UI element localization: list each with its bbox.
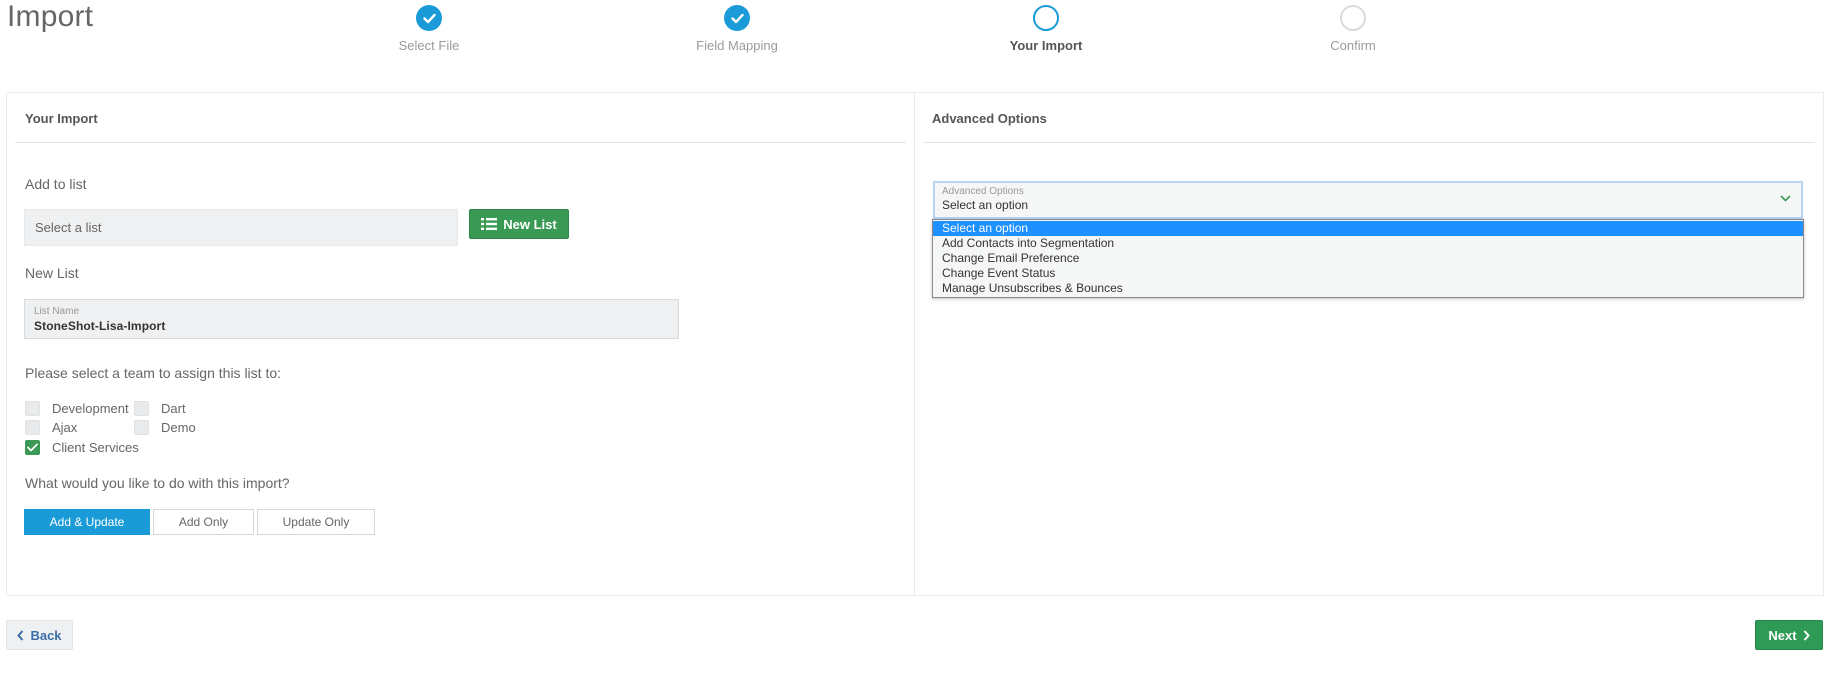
chevron-left-icon xyxy=(17,629,24,641)
advanced-options-floating-label: Advanced Options xyxy=(942,186,1024,197)
checkbox-box xyxy=(25,420,40,435)
import-mode-prompt: What would you like to do with this impo… xyxy=(25,475,290,491)
step-label: Field Mapping xyxy=(696,38,778,53)
advanced-options-panel: Advanced Options xyxy=(914,92,1824,596)
checkmark-icon xyxy=(25,440,40,455)
list-select[interactable]: Select a list xyxy=(24,209,458,246)
step-current-circle-icon xyxy=(1033,5,1059,31)
team-label: Ajax xyxy=(52,420,78,435)
step-confirm: Confirm xyxy=(1273,5,1433,53)
step-label: Select File xyxy=(398,38,460,53)
step-pending-circle-icon xyxy=(1340,5,1366,31)
dropdown-option[interactable]: Change Email Preference xyxy=(933,251,1803,266)
new-list-button[interactable]: New List xyxy=(469,209,569,239)
checkbox-box xyxy=(25,401,40,416)
step-label: Your Import xyxy=(1009,38,1083,53)
import-mode-update-only[interactable]: Update Only xyxy=(257,509,375,535)
team-checkbox-dart[interactable]: Dart xyxy=(134,401,186,416)
advanced-options-value: Select an option xyxy=(942,198,1029,212)
step-field-mapping[interactable]: Field Mapping xyxy=(657,5,817,53)
back-button-label: Back xyxy=(30,627,62,643)
advanced-options-dropdown-list: Select an option Add Contacts into Segme… xyxy=(932,219,1804,298)
import-mode-add-only[interactable]: Add Only xyxy=(153,509,254,535)
chevron-right-icon xyxy=(1803,629,1810,641)
dropdown-option[interactable]: Select an option xyxy=(933,221,1803,236)
step-done-check-icon xyxy=(724,5,750,31)
dropdown-option[interactable]: Add Contacts into Segmentation xyxy=(933,236,1803,251)
team-label: Dart xyxy=(161,401,186,416)
panel-divider xyxy=(15,142,906,143)
team-checkbox-client-services[interactable]: Client Services xyxy=(25,440,139,455)
team-prompt: Please select a team to assign this list… xyxy=(25,365,282,381)
team-checkbox-demo[interactable]: Demo xyxy=(134,420,196,435)
checkbox-box xyxy=(134,420,149,435)
step-done-check-icon xyxy=(416,5,442,31)
panel-heading: Advanced Options xyxy=(932,111,1047,126)
back-button[interactable]: Back xyxy=(6,620,73,650)
import-mode-add-update[interactable]: Add & Update xyxy=(24,509,150,535)
dropdown-option[interactable]: Change Event Status xyxy=(933,266,1803,281)
panel-divider xyxy=(923,142,1815,143)
dropdown-option[interactable]: Manage Unsubscribes & Bounces xyxy=(933,281,1803,296)
team-label: Development xyxy=(52,401,129,416)
team-checkbox-development[interactable]: Development xyxy=(25,401,129,416)
next-button-label: Next xyxy=(1768,627,1797,643)
add-to-list-label: Add to list xyxy=(25,176,87,192)
new-list-label: New List xyxy=(25,265,79,281)
team-label: Demo xyxy=(161,420,196,435)
next-button[interactable]: Next xyxy=(1755,620,1823,650)
step-label: Confirm xyxy=(1330,38,1376,53)
checkbox-box xyxy=(134,401,149,416)
list-name-input[interactable]: List Name StoneShot-Lisa-Import xyxy=(24,299,679,339)
list-name-value: StoneShot-Lisa-Import xyxy=(34,319,166,333)
page-title: Import xyxy=(7,0,94,33)
new-list-button-label: New List xyxy=(503,216,557,232)
panel-heading: Your Import xyxy=(25,111,98,126)
list-name-floating-label: List Name xyxy=(34,306,80,317)
step-your-import: Your Import xyxy=(966,5,1126,53)
team-label: Client Services xyxy=(52,440,139,455)
team-checkbox-ajax[interactable]: Ajax xyxy=(25,420,77,435)
advanced-options-select[interactable]: Advanced Options Select an option xyxy=(933,181,1803,219)
list-icon xyxy=(481,218,498,230)
step-select-file[interactable]: Select File xyxy=(349,5,509,53)
chevron-down-icon xyxy=(1780,195,1791,202)
